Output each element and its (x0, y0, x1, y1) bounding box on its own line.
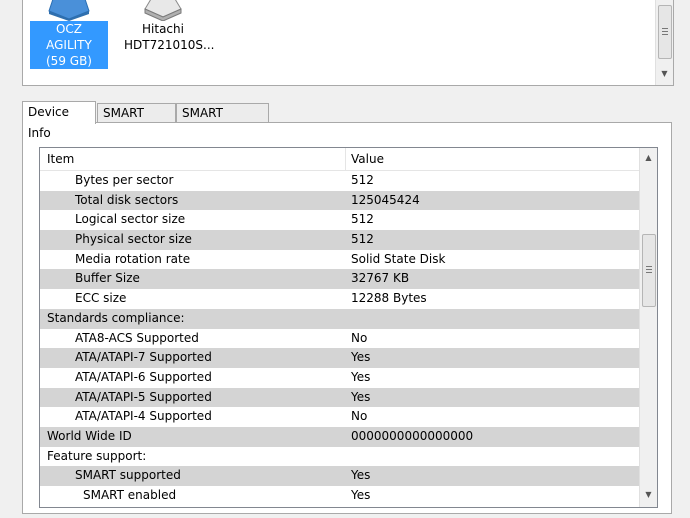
row-item-label: ATA/ATAPI-7 Supported (75, 350, 212, 365)
drive-name-label: Hitachi (142, 22, 184, 36)
row-item-label: Logical sector size (75, 212, 186, 227)
row-item-label: SMART enabled (83, 488, 177, 502)
table-row[interactable]: SMART supported Yes (40, 466, 639, 486)
row-value: 12288 Bytes (351, 291, 427, 306)
row-item-label: World Wide ID (47, 428, 132, 443)
table-header: Item Value (40, 148, 639, 171)
row-value: Yes (351, 389, 371, 404)
hdd-drive-icon (141, 0, 185, 22)
row-value: 512 (351, 232, 374, 247)
tab-smart-info[interactable]: SMART Info (97, 103, 176, 139)
drive-list-scrollbar[interactable]: ▼ (655, 0, 673, 85)
table-row[interactable]: Physical sector size 512 (40, 230, 639, 250)
table-row[interactable]: Total disk sectors 125045424 (40, 190, 639, 211)
row-item-label: ATA/ATAPI-5 Supported (75, 389, 212, 404)
table-row[interactable]: ATA/ATAPI-4 Supported No (40, 407, 639, 427)
row-value: Yes (351, 488, 371, 502)
table-row[interactable]: Feature support: (40, 447, 639, 467)
table-row[interactable]: ECC size 12288 Bytes (40, 289, 639, 309)
table-body: Bytes per sector 512 Total disk sectors 125… (40, 171, 639, 506)
row-item-label: ATA/ATAPI-4 Supported (75, 409, 212, 424)
row-value: 32767 KB (351, 271, 410, 286)
table-row[interactable]: ATA/ATAPI-5 Supported Yes (40, 387, 639, 408)
row-item-label: ECC size (75, 291, 127, 306)
row-item-label: Media rotation rate (75, 251, 191, 266)
drive-name-label: OCZ AGILITY (30, 21, 108, 53)
table-scrollbar[interactable]: ▲ ▼ (639, 148, 657, 507)
row-item-label: ATA/ATAPI-6 Supported (75, 369, 212, 384)
table-row[interactable]: Bytes per sector 512 (40, 171, 639, 191)
table-row[interactable]: SMART enabled Yes (40, 486, 639, 506)
row-item-label: ATA8-ACS Supported (75, 330, 199, 345)
drive-size-label: (59 GB) (30, 53, 108, 69)
row-value: Yes (351, 468, 371, 483)
table-row[interactable]: Media rotation rate Solid State Disk (40, 250, 639, 270)
row-item-label: Feature support: (47, 448, 147, 463)
row-value: No (351, 330, 368, 345)
scrollbar-thumb[interactable] (658, 5, 672, 59)
tab-smart-history[interactable]: SMART History (176, 103, 269, 139)
device-info-table: Item Value Bytes per sector 512 Total disk… (39, 147, 658, 508)
column-header-value[interactable]: Value (351, 148, 384, 170)
row-item-label: Buffer Size (75, 271, 140, 286)
scrollbar-thumb[interactable] (642, 234, 656, 307)
tab-device-info[interactable]: Device Info (22, 101, 96, 140)
column-header-item[interactable]: Item (47, 148, 74, 170)
scroll-down-arrow-icon[interactable]: ▼ (640, 488, 657, 502)
row-item-label: Standards compliance: (47, 310, 185, 325)
table-row[interactable]: Logical sector size 512 (40, 210, 639, 230)
row-item-label: Bytes per sector (75, 173, 174, 187)
row-value: 512 (351, 173, 374, 187)
table-row[interactable]: Buffer Size 32767 KB (40, 269, 639, 290)
table-row[interactable]: ATA/ATAPI-6 Supported Yes (40, 368, 639, 388)
scroll-up-arrow-icon[interactable]: ▲ (640, 151, 657, 165)
scroll-down-arrow-icon[interactable]: ▼ (656, 67, 673, 81)
table-row[interactable]: ATA8-ACS Supported No (40, 329, 639, 349)
drive-item-ocz-agility[interactable]: OCZ AGILITY (59 GB) (30, 0, 108, 69)
row-value: 0000000000000000 (351, 428, 474, 443)
row-value: Yes (351, 369, 371, 384)
row-value: 512 (351, 212, 374, 227)
row-value: 125045424 (351, 192, 420, 207)
drive-item-hitachi[interactable]: Hitachi HDT721010S... (122, 0, 215, 53)
ssd-drive-icon (47, 0, 91, 21)
row-item-label: Total disk sectors (75, 192, 179, 207)
device-info-panel: Item Value Bytes per sector 512 Total disk… (22, 122, 672, 514)
row-item-label: Physical sector size (75, 232, 192, 247)
table-row[interactable]: Standards compliance: (40, 308, 639, 329)
column-divider[interactable] (345, 148, 346, 170)
row-item-label: SMART supported (75, 468, 181, 483)
drive-list-panel: OCZ AGILITY (59 GB) Hitachi HDT721010S..… (22, 0, 674, 86)
table-row[interactable]: ATA/ATAPI-7 Supported Yes (40, 348, 639, 368)
row-value: Solid State Disk (351, 251, 446, 266)
row-value: No (351, 409, 368, 424)
row-value: Yes (351, 350, 371, 365)
drive-model-label: HDT721010S... (124, 38, 215, 52)
table-row[interactable]: World Wide ID 0000000000000000 (40, 426, 639, 447)
